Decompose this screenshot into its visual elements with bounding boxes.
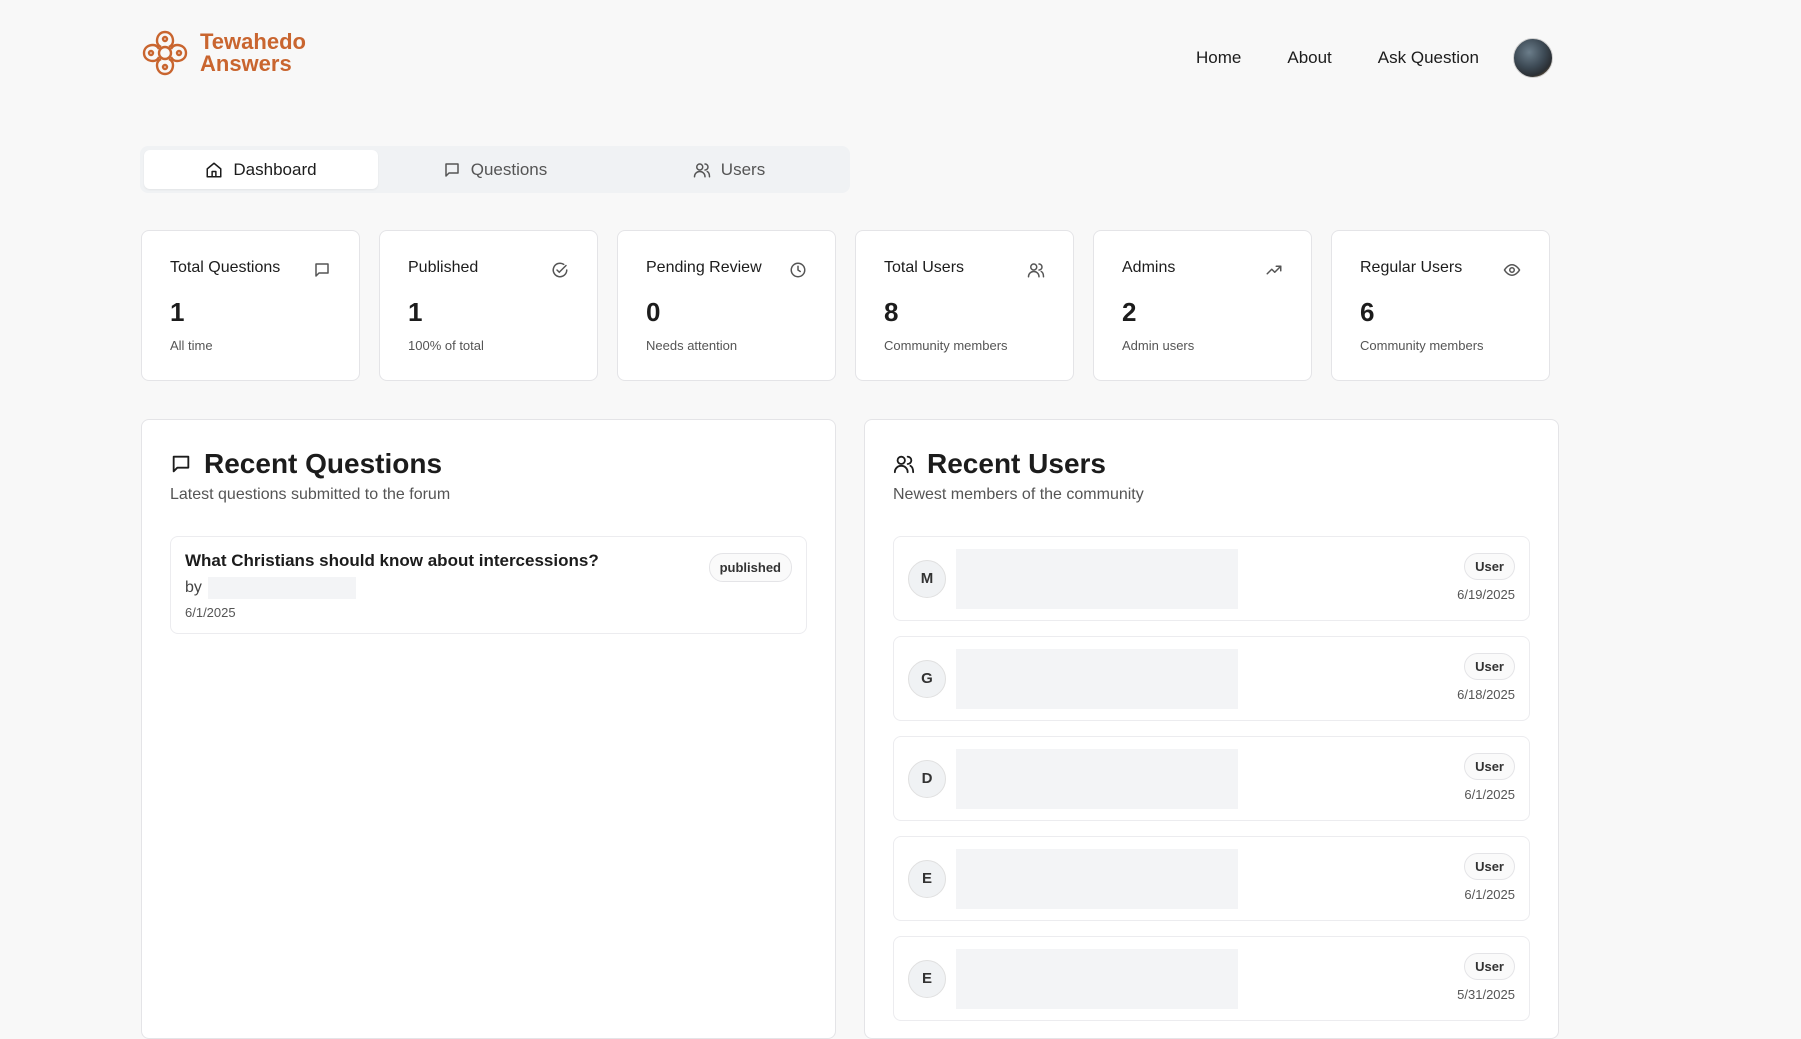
user-join-date: 6/1/2025: [1464, 887, 1515, 902]
stat-value: 8: [884, 297, 899, 327]
message-square-icon: [444, 162, 459, 177]
stat-subtitle: Community members: [884, 338, 1008, 353]
dashboard-tabs: Dashboard Questions Users: [140, 146, 850, 193]
redacted-user-info: [956, 848, 1238, 909]
role-badge: User: [1464, 953, 1515, 980]
stat-value: 1: [170, 297, 185, 327]
tab-dashboard-label: Dashboard: [233, 159, 317, 179]
clock-icon: [790, 262, 806, 278]
stat-card-total-questions: Total Questions 1 All time: [141, 230, 360, 381]
stat-value: 1: [408, 297, 423, 327]
stat-title: Total Users: [884, 259, 965, 276]
panel-header: Recent Users: [893, 448, 1530, 480]
redacted-user-info: [956, 548, 1238, 609]
tab-dashboard[interactable]: Dashboard: [144, 150, 378, 189]
stat-card-total-users: Total Users 8 Community members: [855, 230, 1074, 381]
stat-value: 2: [1122, 297, 1137, 327]
user-list-item[interactable]: E User 6/1/2025: [893, 836, 1530, 921]
user-list-item[interactable]: E User 5/31/2025: [893, 936, 1530, 1021]
home-icon: [206, 162, 222, 177]
role-badge: User: [1464, 553, 1515, 580]
stat-subtitle: Admin users: [1122, 338, 1195, 353]
stat-title: Published: [408, 259, 479, 276]
brand-logo[interactable]: Tewahedo Answers: [140, 28, 306, 78]
stat-card-regular-users: Regular Users 6 Community members: [1331, 230, 1550, 381]
stat-card-pending-review: Pending Review 0 Needs attention: [617, 230, 836, 381]
message-square-icon: [172, 455, 190, 473]
stat-subtitle: Community members: [1360, 338, 1484, 353]
stat-card-admins: Admins 2 Admin users: [1093, 230, 1312, 381]
stat-subtitle: All time: [170, 338, 213, 353]
question-author-line: by: [185, 577, 792, 599]
redacted-user-info: [956, 948, 1238, 1009]
nav-ask-question-link[interactable]: Ask Question: [1378, 48, 1479, 68]
app-frame: Tewahedo Answers Home About Ask Question…: [0, 0, 1801, 1039]
user-initial-avatar: G: [908, 659, 946, 698]
stat-card-published: Published 1 100% of total: [379, 230, 598, 381]
redacted-user-info: [956, 748, 1238, 809]
eye-icon: [1503, 263, 1521, 277]
user-list-item[interactable]: D User 6/1/2025: [893, 736, 1530, 821]
user-initial-avatar: D: [908, 759, 946, 798]
panel-header: Recent Questions: [170, 448, 807, 480]
nav-home-link[interactable]: Home: [1196, 48, 1241, 68]
stat-value: 6: [1360, 297, 1375, 327]
question-date: 6/1/2025: [185, 605, 236, 620]
user-list-item[interactable]: G User 6/18/2025: [893, 636, 1530, 721]
panel-title: Recent Users: [927, 448, 1106, 479]
redacted-author: [207, 577, 356, 599]
brand-line-2: Answers: [200, 51, 292, 76]
brand-name: Tewahedo Answers: [200, 31, 306, 75]
panel-subtitle: Latest questions submitted to the forum: [170, 486, 451, 503]
user-join-date: 6/19/2025: [1457, 587, 1515, 602]
brand-line-1: Tewahedo: [200, 29, 306, 54]
stat-title: Regular Users: [1360, 259, 1463, 276]
user-initial-avatar: E: [908, 959, 946, 998]
question-title: What Christians should know about interc…: [185, 551, 599, 570]
user-join-date: 5/31/2025: [1457, 987, 1515, 1002]
user-join-date: 6/18/2025: [1457, 687, 1515, 702]
question-item[interactable]: What Christians should know about interc…: [170, 536, 807, 634]
top-nav: Home About Ask Question: [1196, 38, 1553, 78]
role-badge: User: [1464, 753, 1515, 780]
redacted-user-info: [956, 648, 1238, 709]
nav-about-link[interactable]: About: [1287, 48, 1331, 68]
stat-title: Pending Review: [646, 259, 762, 276]
stat-title: Total Questions: [170, 259, 281, 276]
status-badge: published: [708, 553, 792, 582]
tab-users[interactable]: Users: [612, 150, 846, 189]
user-initial-avatar: M: [908, 559, 946, 598]
user-avatar[interactable]: [1512, 38, 1553, 78]
recent-users-list: M User 6/19/2025 G User 6/18/2025 D User…: [893, 536, 1530, 1021]
check-circle-icon: [552, 262, 568, 278]
users-icon: [1027, 263, 1045, 278]
stat-title: Admins: [1122, 259, 1176, 276]
cross-logo-icon: [142, 30, 188, 76]
stat-value: 0: [646, 297, 661, 327]
trending-up-icon: [1266, 265, 1282, 275]
stat-subtitle: 100% of total: [408, 338, 484, 353]
panel-subtitle: Newest members of the community: [893, 486, 1144, 503]
users-icon: [893, 455, 915, 474]
user-join-date: 6/1/2025: [1464, 787, 1515, 802]
question-by-label: by: [185, 579, 202, 596]
tab-questions[interactable]: Questions: [378, 150, 612, 189]
users-icon: [693, 162, 711, 177]
recent-users-panel: Recent Users Newest members of the commu…: [864, 419, 1559, 1039]
panel-title: Recent Questions: [204, 448, 443, 479]
user-initial-avatar: E: [908, 859, 946, 898]
message-square-icon: [315, 263, 329, 277]
user-list-item[interactable]: M User 6/19/2025: [893, 536, 1530, 621]
role-badge: User: [1464, 653, 1515, 680]
stat-cards: Total Questions 1 All time Published 1 1…: [141, 230, 1550, 381]
stat-subtitle: Needs attention: [646, 338, 738, 353]
tab-questions-label: Questions: [470, 159, 548, 179]
recent-questions-panel: Recent Questions Latest questions submit…: [141, 419, 836, 1039]
tab-users-label: Users: [720, 159, 766, 179]
role-badge: User: [1464, 853, 1515, 880]
